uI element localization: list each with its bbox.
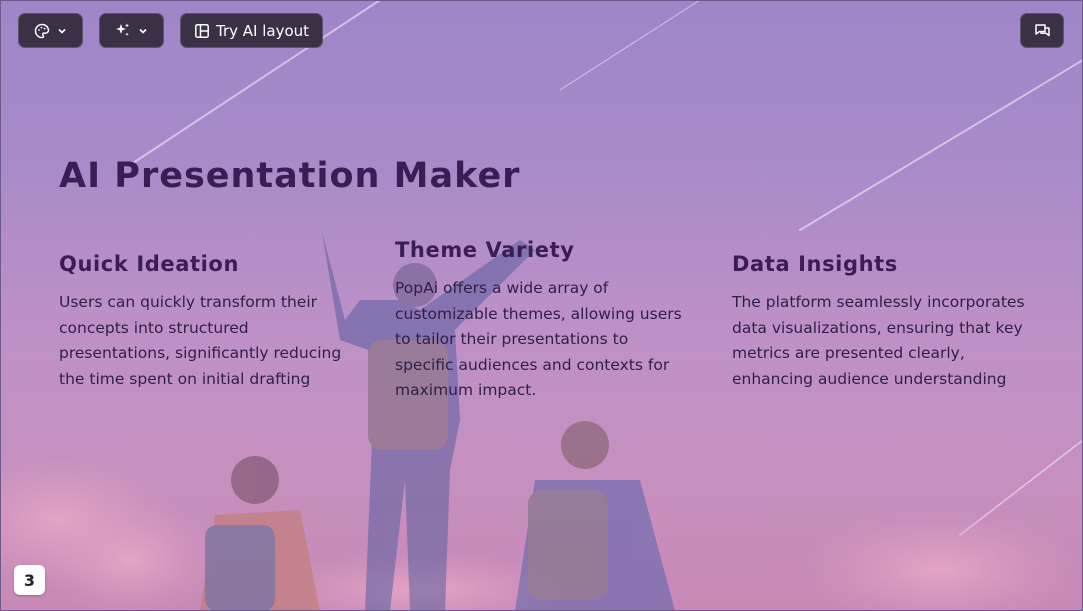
chevron-down-icon <box>137 25 149 37</box>
layout-icon <box>194 23 210 39</box>
feature-column-data-insights: Data Insights The platform seamlessly in… <box>732 252 1032 392</box>
sparkles-icon <box>114 22 131 39</box>
slide-title: AI Presentation Maker <box>59 156 521 196</box>
theme-button[interactable] <box>18 13 83 48</box>
feature-heading: Theme Variety <box>395 238 575 262</box>
feature-heading: Quick Ideation <box>59 252 239 276</box>
try-ai-layout-button[interactable]: Try AI layout <box>180 13 323 48</box>
try-ai-layout-label: Try AI layout <box>215 21 310 40</box>
chevron-down-icon <box>56 25 68 37</box>
chat-button[interactable] <box>1020 13 1064 48</box>
feature-body: Users can quickly transform their concep… <box>59 293 342 388</box>
page-number-badge[interactable]: 3 <box>14 565 45 595</box>
feature-column-theme-variety: Theme Variety PopAi offers a wide array … <box>395 238 687 404</box>
feature-column-quick-ideation: Quick Ideation Users can quickly transfo… <box>59 252 359 392</box>
ai-magic-button[interactable] <box>99 13 164 48</box>
palette-icon <box>34 23 50 39</box>
feature-body: PopAi offers a wide array of customizabl… <box>395 279 682 399</box>
feature-body: The platform seamlessly incorporates dat… <box>732 293 1025 388</box>
feature-heading: Data Insights <box>732 252 898 276</box>
chat-icon <box>1034 22 1051 39</box>
